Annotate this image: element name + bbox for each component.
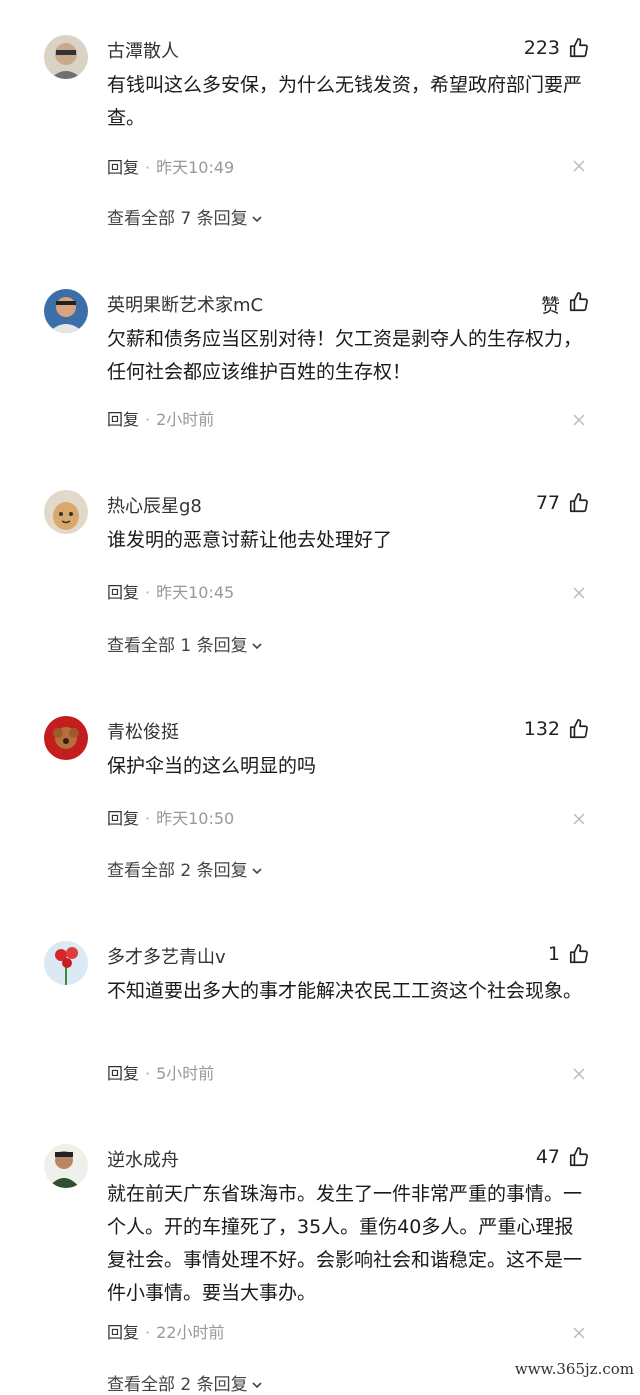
comment-meta: 回复 · 昨天10:50 [107,805,235,828]
close-icon[interactable] [572,1067,586,1081]
reply-button[interactable]: 回复 [107,1323,139,1342]
view-replies-link[interactable]: 查看全部 7 条回复 [107,204,264,229]
comment-time: 昨天10:49 [156,158,235,177]
view-replies-link[interactable]: 查看全部 1 条回复 [107,631,264,656]
close-icon[interactable] [572,413,586,427]
view-replies-label: 查看全部 7 条回复 [107,209,248,229]
avatar[interactable] [44,716,88,760]
user-name[interactable]: 古潭散人 [107,37,179,63]
thumbs-up-icon[interactable] [568,718,590,740]
reply-button[interactable]: 回复 [107,158,139,177]
comment-meta: 回复 · 2小时前 [107,406,215,429]
like-count: 47 [535,1146,560,1168]
chevron-down-icon [252,216,262,223]
reply-button[interactable]: 回复 [107,410,139,429]
view-replies-link[interactable]: 查看全部 2 条回复 [107,856,264,881]
view-replies-link[interactable]: 查看全部 2 条回复 [107,1370,264,1395]
chevron-down-icon [252,643,262,650]
user-name[interactable]: 青松俊挺 [107,718,179,744]
user-name[interactable]: 英明果断艺术家mC [107,291,263,317]
close-icon[interactable] [572,586,586,600]
comment-text: 不知道要出多大的事才能解决农民工工资这个社会现象。 [107,980,583,1002]
separator-dot: · [145,1064,151,1083]
comment-text: 谁发明的恶意讨薪让他去处理好了 [107,529,393,551]
view-replies-label: 查看全部 2 条回复 [107,1375,248,1395]
reply-button[interactable]: 回复 [107,583,139,602]
avatar[interactable] [44,35,88,79]
avatar[interactable] [44,490,88,534]
like-count: 223 [523,37,560,59]
view-replies-label: 查看全部 1 条回复 [107,636,248,656]
separator-dot: · [145,158,151,177]
comment-meta: 回复 · 昨天10:45 [107,579,235,602]
separator-dot: · [145,1323,151,1342]
avatar[interactable] [44,289,88,333]
close-icon[interactable] [572,812,586,826]
user-name[interactable]: 逆水成舟 [107,1146,179,1172]
comment-time: 昨天10:45 [156,583,235,602]
comment-meta: 回复 · 5小时前 [107,1060,215,1083]
separator-dot: · [145,583,151,602]
comment-text: 欠薪和债务应当区别对待！欠工资是剥夺人的生存权力，任何社会都应该维护百姓的生存权… [107,328,583,383]
comment-text: 保护伞当的这么明显的吗 [107,755,317,777]
comment-meta: 回复 · 昨天10:49 [107,154,235,177]
thumbs-up-icon[interactable] [568,291,590,313]
comment-time: 昨天10:50 [156,809,235,828]
avatar[interactable] [44,1144,88,1188]
comment-meta: 回复 · 22小时前 [107,1319,225,1342]
user-name[interactable]: 热心辰星g8 [107,492,202,518]
site-watermark: www.365jz.com [514,1360,634,1378]
reply-button[interactable]: 回复 [107,809,139,828]
avatar[interactable] [44,941,88,985]
comment-time: 5小时前 [156,1064,215,1083]
chevron-down-icon [252,1382,262,1389]
like-count: 赞 [540,295,560,317]
thumbs-up-icon[interactable] [568,1146,590,1168]
view-replies-label: 查看全部 2 条回复 [107,861,248,881]
thumbs-up-icon[interactable] [568,943,590,965]
separator-dot: · [145,410,151,429]
thumbs-up-icon[interactable] [568,37,590,59]
comment-time: 2小时前 [156,410,215,429]
comment-text: 有钱叫这么多安保，为什么无钱发资，希望政府部门要严查。 [107,74,583,129]
user-name[interactable]: 多才多艺青山v [107,943,226,969]
like-count: 77 [535,492,560,514]
comment-time: 22小时前 [156,1323,225,1342]
thumbs-up-icon[interactable] [568,492,590,514]
reply-button[interactable]: 回复 [107,1064,139,1083]
close-icon[interactable] [572,159,586,173]
comment-text: 就在前天广东省珠海市。发生了一件非常严重的事情。一个人。开的车撞死了，35人。重… [107,1183,583,1304]
like-count: 1 [547,943,560,965]
close-icon[interactable] [572,1326,586,1340]
chevron-down-icon [252,868,262,875]
like-count: 132 [523,718,560,740]
separator-dot: · [145,809,151,828]
